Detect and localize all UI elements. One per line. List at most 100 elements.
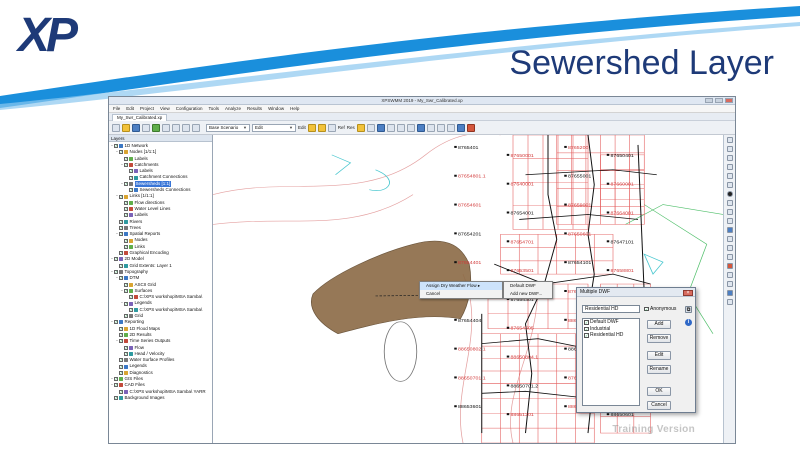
layer-visibility-checkbox[interactable]: ✓ — [124, 163, 128, 168]
print-icon[interactable] — [142, 123, 150, 132]
layer-visibility-checkbox[interactable]: ✓ — [129, 307, 133, 312]
arrow-tool-icon[interactable] — [726, 137, 733, 143]
layer-visibility-checkbox[interactable]: ✓ — [129, 169, 133, 174]
layer-visibility-checkbox[interactable]: ✓ — [129, 188, 133, 193]
menu-project[interactable]: Project — [140, 106, 154, 111]
help-icon[interactable] — [162, 123, 170, 132]
layer-visibility-checkbox[interactable]: ✓ — [124, 288, 128, 293]
menu-results[interactable]: Results — [247, 106, 262, 111]
checkbox-checked-icon[interactable]: ✓ — [584, 326, 589, 331]
layer-visibility-checkbox[interactable]: ✓ — [119, 232, 123, 237]
layer-visibility-checkbox[interactable]: ✓ — [124, 213, 128, 218]
select-tool-icon[interactable] — [307, 123, 316, 132]
copy-icon[interactable] — [182, 123, 190, 132]
layer-visibility-checkbox[interactable]: ✓ — [114, 270, 118, 275]
layer-visibility-checkbox[interactable]: ✓ — [114, 144, 118, 149]
copy-icon[interactable]: ⧉ — [685, 306, 692, 313]
new-file-icon[interactable] — [112, 123, 120, 132]
node-marker[interactable] — [454, 261, 457, 264]
node-marker[interactable] — [506, 153, 510, 156]
ref-mode-label[interactable]: Ref — [338, 125, 345, 130]
measure-tool-icon[interactable] — [426, 123, 435, 132]
node-marker[interactable] — [564, 405, 567, 408]
layer-visibility-checkbox[interactable]: ✓ — [129, 295, 133, 300]
node-marker[interactable] — [506, 355, 510, 358]
circle-tool-icon[interactable] — [726, 155, 733, 161]
delete-tool-icon[interactable] — [726, 263, 733, 269]
minus-tool-icon[interactable] — [726, 254, 733, 260]
checkbox-checked-icon[interactable]: ✓ — [584, 320, 589, 325]
node-marker[interactable] — [564, 347, 567, 350]
layer-visibility-checkbox[interactable]: ✓ — [119, 219, 123, 224]
layer-visibility-checkbox[interactable]: ✓ — [129, 175, 133, 180]
node-marker[interactable] — [454, 174, 457, 177]
layer-visibility-checkbox[interactable]: ✓ — [124, 301, 128, 306]
dwf-list[interactable]: ✓ Default DWF ✓ Industrial ✓ Residential HD — [582, 318, 640, 406]
node-marker[interactable] — [606, 153, 610, 156]
node-marker[interactable] — [564, 289, 567, 292]
node-marker[interactable] — [506, 326, 510, 329]
table-tool-icon[interactable] — [386, 123, 395, 132]
layer-visibility-checkbox[interactable]: ✓ — [124, 181, 128, 186]
layer-visibility-checkbox[interactable]: ✓ — [124, 282, 128, 287]
info-tool-icon[interactable] — [726, 290, 733, 296]
layer-visibility-checkbox[interactable]: ✓ — [114, 257, 118, 262]
catchment-tool-icon[interactable] — [726, 218, 733, 224]
layer-visibility-checkbox[interactable]: ✓ — [114, 396, 118, 401]
layer-visibility-checkbox[interactable]: ✓ — [114, 377, 118, 382]
checkbox-checked-icon[interactable]: ✓ — [584, 333, 589, 338]
menu-file[interactable]: File — [113, 106, 120, 111]
layer-visibility-checkbox[interactable]: ✓ — [124, 200, 128, 205]
node-marker[interactable] — [564, 203, 567, 206]
layer-visibility-checkbox[interactable]: ✓ — [124, 345, 128, 350]
dwf-name-input[interactable]: Residential HD — [582, 305, 640, 313]
minimize-button[interactable] — [705, 98, 713, 103]
report-tool-icon[interactable] — [436, 123, 445, 132]
pan-tool-icon[interactable] — [406, 123, 415, 132]
menu-analyze[interactable]: Analyze — [225, 106, 241, 111]
node-marker[interactable] — [506, 413, 510, 416]
node-marker[interactable] — [454, 203, 457, 206]
menu-item-cancel[interactable]: Cancel — [420, 290, 502, 298]
node-marker[interactable] — [506, 269, 510, 272]
submenu-item-add-new-dwf[interactable]: Add new DWF... — [504, 290, 552, 298]
edit-combo[interactable]: Edit ▼ — [252, 123, 296, 132]
rename-button[interactable]: Rename — [647, 365, 671, 374]
layer-visibility-checkbox[interactable]: ✓ — [119, 326, 123, 331]
node-marker[interactable] — [454, 405, 457, 408]
layer-visibility-checkbox[interactable]: ✓ — [124, 207, 128, 212]
rectangle-tool-icon[interactable] — [726, 209, 733, 215]
menu-item-assign-dwf[interactable]: Assign Dry Weather Flow ▸ — [420, 282, 502, 290]
move-tool-icon[interactable] — [726, 272, 733, 278]
flag-tool-icon[interactable] — [466, 123, 475, 132]
layer-visibility-checkbox[interactable]: ✓ — [119, 150, 123, 155]
node-marker[interactable] — [454, 318, 457, 321]
save-icon[interactable] — [132, 123, 140, 132]
cancel-button[interactable]: Cancel — [647, 401, 671, 410]
layer-visibility-checkbox[interactable]: ✓ — [114, 320, 118, 325]
menu-window[interactable]: Window — [268, 106, 284, 111]
node-marker[interactable] — [506, 182, 510, 185]
node-marker[interactable] — [564, 261, 567, 264]
menu-help[interactable]: Help — [290, 106, 299, 111]
node-marker[interactable] — [564, 318, 567, 321]
layer-visibility-checkbox[interactable]: ✓ — [119, 358, 123, 363]
layer-visibility-checkbox[interactable]: ✓ — [114, 383, 118, 388]
dialog-close-icon[interactable]: × — [683, 289, 693, 296]
node-marker[interactable] — [606, 240, 610, 243]
layer-visibility-checkbox[interactable]: ✓ — [119, 263, 123, 268]
node-marker[interactable] — [564, 174, 567, 177]
node-tool-icon[interactable] — [726, 191, 733, 197]
anonymous-checkbox[interactable]: ✓ Anonymous — [644, 306, 676, 312]
layer-visibility-checkbox[interactable]: ✓ — [119, 364, 123, 369]
node-marker[interactable] — [606, 269, 610, 272]
results-tool-icon[interactable] — [356, 123, 365, 132]
node-marker[interactable] — [454, 232, 457, 235]
profile-tool-icon[interactable] — [726, 299, 733, 305]
menu-configuration[interactable]: Configuration — [176, 106, 203, 111]
document-tab[interactable]: My_Swr_Calibrated.xp — [112, 114, 168, 121]
res-mode-label[interactable]: Res — [347, 125, 355, 130]
layer-visibility-checkbox[interactable]: ✓ — [124, 238, 128, 243]
submenu-item-default-dwf[interactable]: Default DWF — [504, 282, 552, 290]
node-marker[interactable] — [606, 413, 610, 416]
